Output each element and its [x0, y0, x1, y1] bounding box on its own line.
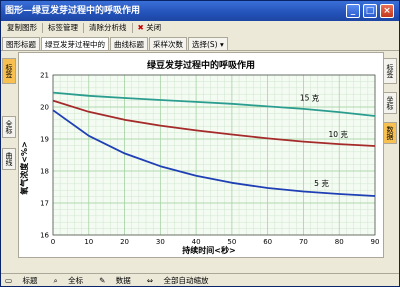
- series-label-0: 15 克: [300, 93, 320, 102]
- right-rail: 标签 坐标 数据: [382, 52, 398, 272]
- status-data[interactable]: ✎ 数据: [99, 274, 139, 286]
- left-rail-curve[interactable]: 曲线: [2, 148, 16, 170]
- y-tick-label: 19: [40, 136, 49, 144]
- tab-curve-title[interactable]: 曲线标题: [110, 37, 148, 50]
- minimize-button[interactable]: _: [346, 4, 360, 18]
- close-menu-button[interactable]: ✖ 关闭: [134, 21, 166, 35]
- search-icon: ⌕: [53, 276, 58, 285]
- status-title[interactable]: ▭ 标题: [5, 274, 45, 286]
- label-manage-button[interactable]: 标签管理: [44, 21, 82, 35]
- x-tick-label: 40: [192, 238, 201, 246]
- x-tick-label: 80: [335, 238, 344, 246]
- close-icon: ✖: [137, 23, 144, 32]
- chart-svg: 绿豆发芽过程中的呼吸作用 0 10 20 30 40 50 60 70 80 90 16 17 18 19…: [19, 59, 380, 255]
- left-rail-label[interactable]: 标签: [2, 58, 16, 84]
- x-tick-label: 70: [299, 238, 308, 246]
- series-label-1: 10 克: [328, 130, 348, 139]
- x-tick-label: 10: [84, 238, 93, 246]
- x-tick-label: 60: [263, 238, 272, 246]
- autoscale-icon: ⇔: [146, 276, 154, 285]
- divider: [131, 23, 133, 33]
- status-all[interactable]: ⌕ 全标: [53, 274, 91, 286]
- divider: [83, 23, 84, 33]
- tab-title-input[interactable]: 绿豆发芽过程中的: [41, 37, 109, 50]
- tag-icon: ▭: [5, 276, 13, 285]
- x-tick-label: 0: [51, 238, 55, 246]
- status-autoscale[interactable]: ⇔ 全部自动缩放: [147, 274, 217, 286]
- x-axis-label: 持续时间<秒>: [182, 245, 235, 255]
- left-rail: 标签 全标 曲线: [1, 52, 17, 272]
- app-window: 图形—绿豆发芽过程中的呼吸作用 _ □ × 复制图形 标签管理 清除分析线 ✖ …: [0, 0, 400, 287]
- divider: [42, 23, 43, 33]
- toolbar: 复制图形 标签管理 清除分析线 ✖ 关闭: [1, 21, 399, 35]
- copy-graph-button[interactable]: 复制图形: [3, 21, 41, 35]
- left-rail-all[interactable]: 全标: [2, 116, 16, 138]
- clear-analysis-button[interactable]: 清除分析线: [85, 21, 131, 35]
- plot-background: [53, 75, 375, 235]
- y-tick-label: 18: [40, 168, 49, 176]
- y-tick-label: 17: [40, 200, 49, 208]
- y-tick-label: 16: [40, 232, 49, 240]
- chart-title: 绿豆发芽过程中的呼吸作用: [147, 59, 255, 71]
- right-rail-axis[interactable]: 坐标: [383, 92, 397, 114]
- x-tick-label: 50: [227, 238, 236, 246]
- maximize-button[interactable]: □: [363, 4, 377, 18]
- window-title: 图形—绿豆发芽过程中的呼吸作用: [5, 6, 141, 16]
- y-tick-label: 20: [40, 104, 49, 112]
- status-bar: ▭ 标题 ⌕ 全标 ✎ 数据 ⇔ 全部自动缩放: [1, 273, 399, 286]
- close-button[interactable]: ×: [380, 4, 394, 18]
- right-rail-data[interactable]: 数据: [383, 122, 397, 144]
- chart-grid: [52, 74, 376, 236]
- tab-select[interactable]: 选择(S) ▾: [188, 37, 228, 50]
- y-tick-label: 21: [40, 72, 49, 80]
- x-tick-label: 30: [156, 238, 165, 246]
- right-rail-label[interactable]: 标签: [383, 58, 397, 84]
- x-tick-label: 90: [371, 238, 380, 246]
- chevron-down-icon: ▾: [220, 40, 224, 49]
- tab-sample-count[interactable]: 采样次数: [149, 37, 187, 50]
- series-label-2: 5 克: [314, 179, 329, 188]
- x-tick-label: 20: [120, 238, 129, 246]
- y-axis-label: 氧气浓度<%>: [19, 141, 29, 195]
- title-bar: 图形—绿豆发芽过程中的呼吸作用 _ □ ×: [1, 1, 399, 21]
- tab-graph-title[interactable]: 图形标题: [2, 37, 40, 50]
- plot-area: 绿豆发芽过程中的呼吸作用 0 10 20 30 40 50 60 70 80 90 16 17 18 19…: [18, 52, 384, 258]
- pencil-icon: ✎: [99, 276, 106, 285]
- tab-bar: 图形标题 绿豆发芽过程中的 曲线标题 采样次数 选择(S) ▾: [1, 37, 399, 51]
